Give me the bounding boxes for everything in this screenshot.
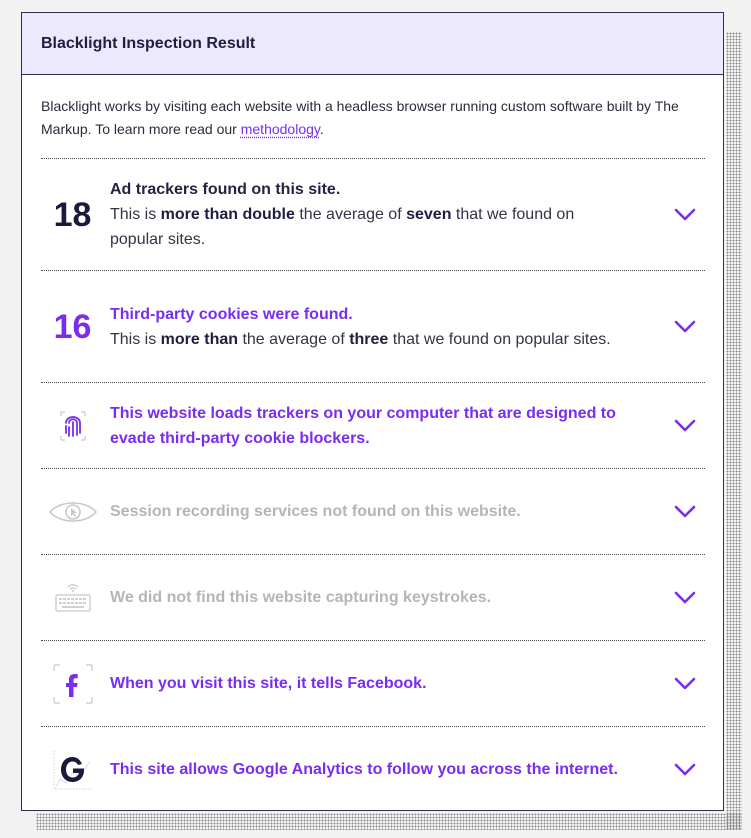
google-analytics-headline: This site allows Google Analytics to fol… xyxy=(110,761,618,778)
session-recording-headline: Session recording services not found on … xyxy=(110,503,521,520)
fingerprinting-headline: This website loads trackers on your comp… xyxy=(110,404,616,447)
cookies-headline: Third-party cookies were found. xyxy=(110,305,353,323)
cookies-body: This is more than the average of three t… xyxy=(110,330,611,348)
methodology-link[interactable]: methodology xyxy=(241,121,320,137)
ad-trackers-text: Ad trackers found on this site. This is … xyxy=(110,177,671,252)
keyboard-icon xyxy=(35,581,110,615)
chevron-down-icon[interactable] xyxy=(671,677,699,691)
card-title: Blacklight Inspection Result xyxy=(41,34,256,52)
chevron-down-icon[interactable] xyxy=(671,419,699,433)
session-recording-row[interactable]: Session recording services not found on … xyxy=(41,468,705,554)
facebook-headline: When you visit this site, it tells Faceb… xyxy=(110,675,427,692)
card-shadow-bottom xyxy=(36,813,742,830)
card-shadow-right xyxy=(726,32,742,830)
chevron-down-icon[interactable] xyxy=(671,320,699,334)
inspection-result-card: Blacklight Inspection Result Blacklight … xyxy=(21,12,724,811)
ad-trackers-number: 18 xyxy=(53,195,92,234)
google-analytics-text: This site allows Google Analytics to fol… xyxy=(110,757,671,782)
chevron-down-icon[interactable] xyxy=(671,591,699,605)
intro-text: Blacklight works by visiting each websit… xyxy=(41,98,679,137)
keystrokes-text: We did not find this website capturing k… xyxy=(110,585,671,610)
intro-end: . xyxy=(319,121,324,137)
eye-icon xyxy=(35,498,110,526)
third-party-cookies-row[interactable]: 16 Third-party cookies were found. This … xyxy=(41,270,705,382)
result-rows: 18 Ad trackers found on this site. This … xyxy=(22,158,723,812)
chevron-down-icon[interactable] xyxy=(671,763,699,777)
intro-paragraph: Blacklight works by visiting each websit… xyxy=(22,75,723,137)
card-header: Blacklight Inspection Result xyxy=(22,13,723,75)
google-icon xyxy=(35,747,110,793)
ad-trackers-count: 18 xyxy=(35,198,110,232)
ad-trackers-headline: Ad trackers found on this site. xyxy=(110,181,341,198)
fingerprinting-text: This website loads trackers on your comp… xyxy=(110,401,671,451)
chevron-down-icon[interactable] xyxy=(671,208,699,222)
fingerprint-icon xyxy=(35,409,110,443)
ad-trackers-body: This is more than double the average of … xyxy=(110,206,575,248)
facebook-row[interactable]: When you visit this site, it tells Faceb… xyxy=(41,640,705,726)
keystrokes-headline: We did not find this website capturing k… xyxy=(110,589,492,606)
cookies-number: 16 xyxy=(53,307,92,346)
ad-trackers-row[interactable]: 18 Ad trackers found on this site. This … xyxy=(41,158,705,270)
cookies-text: Third-party cookies were found. This is … xyxy=(110,302,671,352)
facebook-icon xyxy=(35,662,110,706)
chevron-down-icon[interactable] xyxy=(671,505,699,519)
google-analytics-row[interactable]: This site allows Google Analytics to fol… xyxy=(41,726,705,812)
keystrokes-row[interactable]: We did not find this website capturing k… xyxy=(41,554,705,640)
cookies-count: 16 xyxy=(35,310,110,344)
facebook-text: When you visit this site, it tells Faceb… xyxy=(110,671,671,696)
session-recording-text: Session recording services not found on … xyxy=(110,499,671,524)
fingerprinting-row[interactable]: This website loads trackers on your comp… xyxy=(41,382,705,468)
